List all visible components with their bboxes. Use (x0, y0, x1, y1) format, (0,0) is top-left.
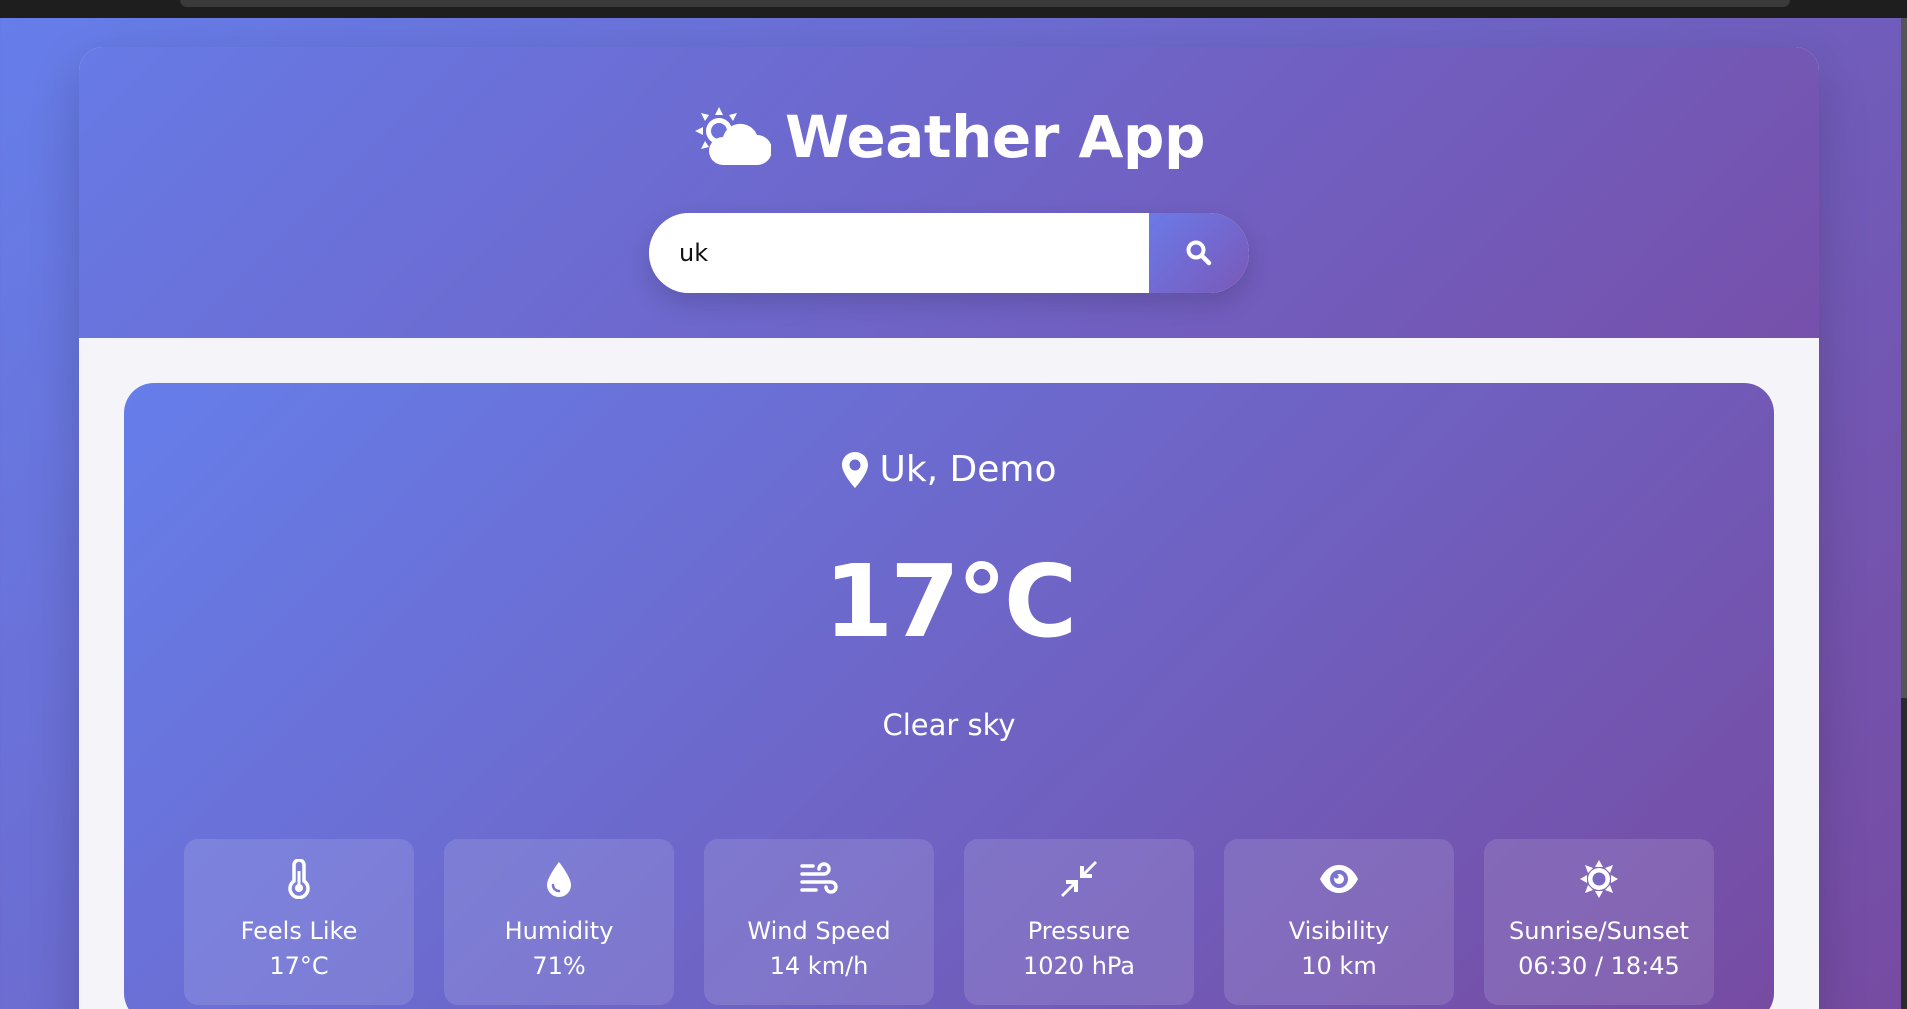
detail-value: 71% (532, 952, 586, 980)
detail-sunrise-sunset: Sunrise/Sunset 06:30 / 18:45 (1484, 839, 1714, 1005)
detail-label: Sunrise/Sunset (1509, 917, 1689, 945)
search-button[interactable] (1149, 213, 1249, 293)
current-weather-card: Uk, Demo 17°C Clear sky Feels Like 17°C … (124, 383, 1774, 1009)
browser-tab-strip (180, 0, 1790, 7)
detail-label: Visibility (1288, 917, 1390, 945)
app-title: Weather App (785, 103, 1205, 171)
sun-cloud-icon (693, 105, 772, 169)
wind-icon (800, 862, 838, 894)
weather-app: Weather App Uk, Demo 17°C Clear sky (79, 47, 1819, 1009)
detail-feels-like: Feels Like 17°C (184, 839, 414, 1005)
weather-description: Clear sky (882, 708, 1016, 742)
city-search-input[interactable] (649, 213, 1149, 293)
detail-wind-speed: Wind Speed 14 km/h (704, 839, 934, 1005)
browser-top-bar (0, 0, 1907, 18)
thermometer-icon (288, 859, 310, 899)
detail-value: 14 km/h (769, 952, 869, 980)
eye-icon (1320, 865, 1358, 893)
detail-humidity: Humidity 71% (444, 839, 674, 1005)
detail-value: 17°C (269, 952, 329, 980)
map-marker-icon (842, 451, 869, 488)
detail-label: Feels Like (240, 917, 358, 945)
detail-value: 10 km (1301, 952, 1377, 980)
detail-label: Humidity (504, 917, 614, 945)
detail-value: 06:30 / 18:45 (1518, 952, 1680, 980)
location-row: Uk, Demo (124, 449, 1774, 490)
current-temperature: 17°C (823, 543, 1078, 660)
window-scrollbar-thumb[interactable] (1901, 18, 1907, 698)
detail-label: Wind Speed (747, 917, 891, 945)
search-bar (649, 213, 1249, 293)
location-name: Uk, Demo (879, 449, 1057, 490)
search-icon (1186, 240, 1212, 266)
app-header: Weather App (79, 47, 1819, 338)
detail-visibility: Visibility 10 km (1224, 839, 1454, 1005)
title-row: Weather App (79, 103, 1819, 171)
detail-label: Pressure (1027, 917, 1131, 945)
sun-icon (1580, 860, 1618, 898)
weather-details: Feels Like 17°C Humidity 71% Wind Speed … (184, 839, 1714, 1005)
detail-value: 1020 hPa (1022, 952, 1136, 980)
compress-arrows-icon (1061, 861, 1097, 897)
water-drop-icon (547, 862, 571, 897)
detail-pressure: Pressure 1020 hPa (964, 839, 1194, 1005)
